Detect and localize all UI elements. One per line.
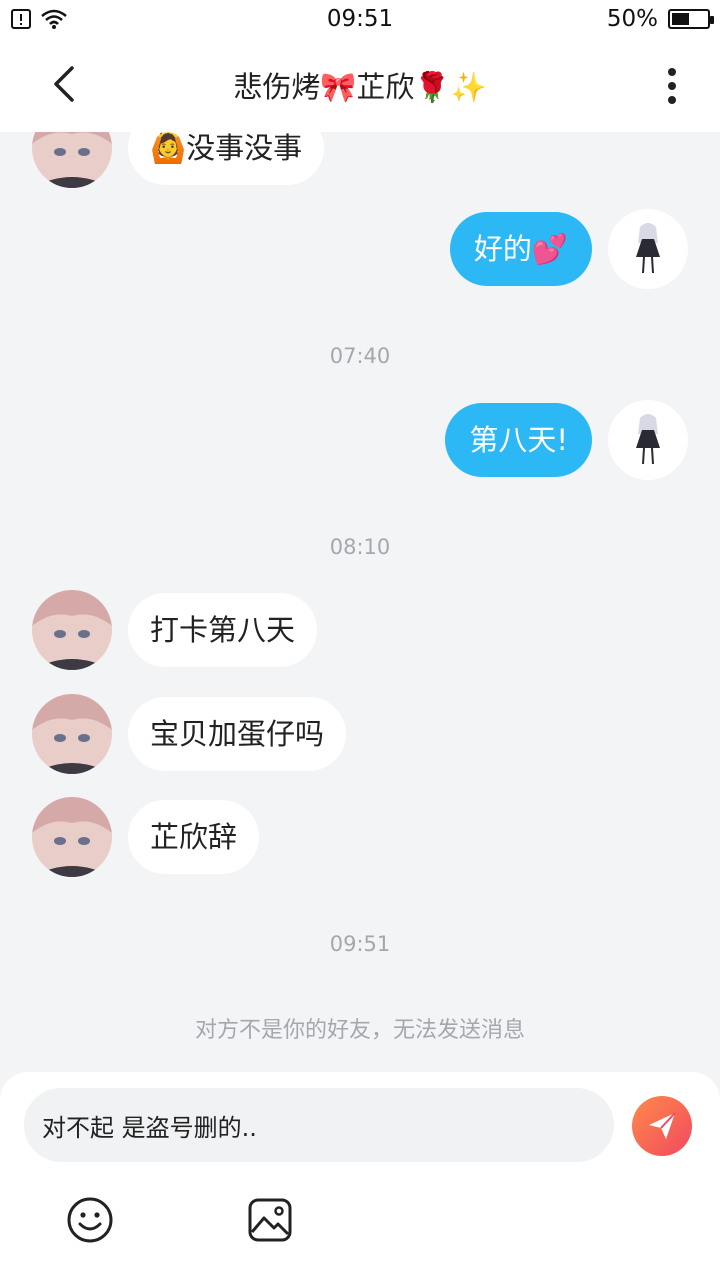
message-incoming: 打卡第八天 xyxy=(32,590,318,670)
message-input[interactable] xyxy=(24,1088,614,1162)
user-avatar[interactable] xyxy=(608,209,688,289)
system-notice: 对方不是你的好友，无法发送消息 xyxy=(194,1018,525,1043)
message-bubble: 宝贝加蛋仔吗 xyxy=(128,697,347,771)
message-bubble: 第八天! xyxy=(445,403,592,477)
send-button[interactable] xyxy=(632,1096,692,1156)
message-incoming: 🙆没事没事 xyxy=(32,132,325,188)
contact-avatar[interactable] xyxy=(32,694,112,774)
contact-avatar[interactable] xyxy=(32,797,112,877)
timestamp-divider: 08:10 xyxy=(329,535,391,559)
user-avatar[interactable] xyxy=(608,400,688,480)
message-bubble: 芷欣辞 xyxy=(128,800,260,874)
chat-header: 悲伤烤🎀芷欣🌹✨ xyxy=(0,40,720,132)
composer xyxy=(0,1072,720,1280)
send-icon xyxy=(649,1112,676,1139)
more-options-icon[interactable] xyxy=(652,64,692,108)
battery-level xyxy=(672,13,689,25)
contact-avatar[interactable] xyxy=(32,590,112,670)
status-bar: 09:51 50% xyxy=(0,0,720,40)
battery-icon xyxy=(668,9,714,29)
message-bubble: 打卡第八天 xyxy=(128,593,318,667)
timestamp-divider: 09:51 xyxy=(329,932,391,956)
message-bubble: 好的💕 xyxy=(449,212,592,286)
message-bubble: 🙆没事没事 xyxy=(128,132,325,185)
message-outgoing: 第八天! xyxy=(445,400,688,480)
emoji-icon[interactable] xyxy=(66,1196,114,1244)
battery-percent: 50% xyxy=(606,6,658,32)
message-incoming: 芷欣辞 xyxy=(32,797,260,877)
image-icon[interactable] xyxy=(246,1196,294,1244)
message-outgoing: 好的💕 xyxy=(449,209,688,289)
chat-title: 悲伤烤🎀芷欣🌹✨ xyxy=(233,70,487,104)
message-list[interactable]: 🙆没事没事 好的💕 07:40 第八天! 08:10 打卡第八天 宝贝加蛋仔吗 … xyxy=(0,132,720,1072)
contact-avatar[interactable] xyxy=(32,132,112,188)
timestamp-divider: 07:40 xyxy=(329,344,391,368)
message-incoming: 宝贝加蛋仔吗 xyxy=(32,694,347,774)
